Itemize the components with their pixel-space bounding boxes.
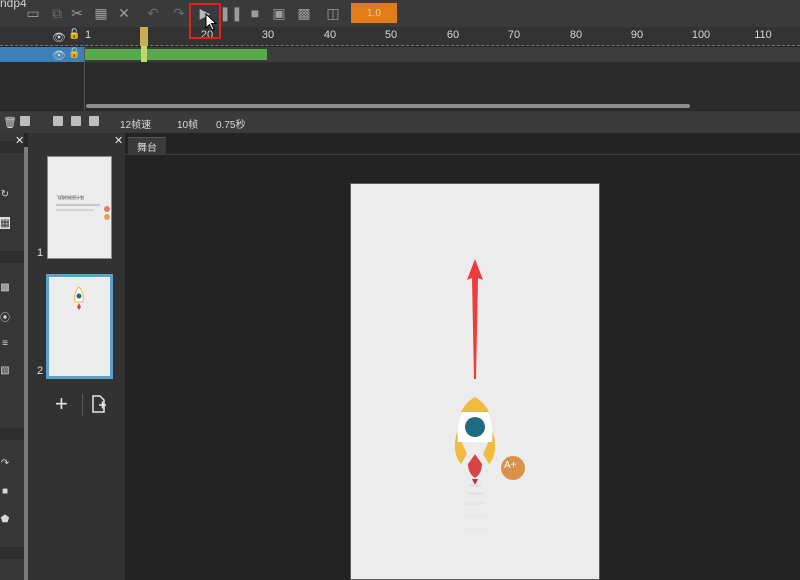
layer-lock-icon[interactable]: 🔓 (68, 48, 80, 59)
trash-icon[interactable]: 🗑 (3, 116, 17, 129)
mouse-cursor-icon (205, 13, 218, 31)
thumb-text-line (56, 204, 100, 206)
stage-artwork (454, 259, 525, 531)
ruler-label: 50 (384, 29, 398, 41)
page-number: 1 (37, 247, 44, 259)
redo-icon[interactable]: ↷ (170, 5, 188, 21)
paste-icon[interactable]: ▦ (92, 5, 110, 21)
ruler-label: 60 (446, 29, 460, 41)
ruler-label: 30 (261, 29, 275, 41)
undo-icon[interactable]: ↶ (144, 5, 162, 21)
thumb-dot (104, 206, 110, 212)
pages-close-icon[interactable]: ✕ (114, 134, 123, 147)
main-toolbar: ndp4 ▭ ⧉ ✂ ▦ ✕ ↶ ↷ ▶ ❚❚ ■ ▣ ▩ ◫ 1.0 (0, 0, 800, 27)
stop-icon[interactable]: ■ (246, 5, 264, 21)
film-icon[interactable]: ⦿ (0, 310, 10, 324)
rotate-icon[interactable]: ↻ (0, 188, 10, 200)
timeline-scrollbar[interactable] (86, 104, 690, 108)
playhead-line (141, 46, 147, 62)
ruler-label: 40 (323, 29, 337, 41)
copy-icon[interactable]: ⧉ (48, 5, 66, 21)
tool-separator (0, 547, 24, 559)
playhead-marker[interactable] (140, 27, 148, 46)
pentagon-icon[interactable]: ⬟ (0, 513, 10, 525)
ruler-label: 100 (691, 29, 711, 41)
fps-readout: 12帧速 (120, 120, 152, 131)
pause-icon[interactable]: ❚❚ (219, 5, 242, 21)
keyframe-span[interactable] (85, 49, 267, 60)
app-title: ndp4 (0, 0, 27, 10)
ruler-label: 1 (84, 29, 92, 41)
orange-action-button[interactable]: 1.0 (351, 3, 397, 23)
rocket-icon (454, 397, 496, 531)
page-thumbnail-2[interactable] (46, 274, 113, 379)
timeline-ruler[interactable]: 👁 🔓 1 10 20 30 40 50 60 70 80 90 100 110 (0, 27, 800, 46)
ruler-label: 80 (569, 29, 583, 41)
frame-insert-icon[interactable] (71, 116, 81, 126)
grid-icon[interactable]: ▩ (295, 5, 313, 21)
ruler-label: 110 (754, 29, 772, 41)
frame-count: 10帧 (177, 120, 199, 131)
ruler-label: 70 (507, 29, 521, 41)
page-thumbnail-1[interactable]: 飞翔的秘密计划 (47, 156, 112, 259)
frame-icon[interactable] (53, 116, 63, 126)
thumb-text-line (56, 209, 94, 211)
ruler-label: 90 (630, 29, 644, 41)
thumb-rocket-icon (74, 286, 84, 310)
delete-icon[interactable]: ✕ (115, 5, 133, 21)
duration-readout: 0.75秒 (216, 120, 246, 131)
layer-eye-icon[interactable]: 👁 (52, 49, 66, 62)
layer-name-cell[interactable]: 👁 🔓 (0, 47, 84, 62)
page-number: 2 (37, 365, 44, 377)
red-arrow-icon (467, 259, 483, 379)
rect-icon[interactable]: ■ (0, 485, 10, 497)
stage-tab-underline (125, 154, 800, 155)
tool-separator (0, 428, 24, 440)
tool-strip: ↻ ▦ ▩ ⦿ ≡ ▧ ↷ ■ ⬟ (0, 133, 24, 580)
timeline-statusbar: 🗑 12帧速 10帧 0.75秒 (0, 111, 800, 133)
save-icon[interactable]: ▭ (24, 5, 42, 21)
import-page-icon[interactable] (88, 394, 108, 414)
text-icon[interactable]: ≡ (0, 337, 10, 349)
timeline-divider (84, 46, 85, 110)
cut-icon[interactable]: ✂ (68, 5, 86, 21)
curve-icon[interactable]: ↷ (0, 457, 10, 469)
thumb-dot (104, 214, 110, 220)
eye-icon[interactable]: 👁 (52, 31, 66, 44)
tab-stage[interactable]: 舞台 (128, 137, 166, 154)
tools-close-icon[interactable]: ✕ (15, 134, 24, 147)
frame-remove-icon[interactable] (89, 116, 99, 126)
stage-canvas[interactable]: A+ (350, 183, 600, 580)
preview-icon[interactable]: ▣ (270, 5, 288, 21)
page-tool-icon[interactable]: ▦ (0, 217, 10, 229)
timeline-body (0, 62, 800, 110)
widget-icon[interactable]: ▧ (0, 364, 10, 376)
tool-separator (0, 251, 24, 263)
lock-icon[interactable]: 🔓 (68, 29, 80, 40)
badge-label: A+ (504, 460, 517, 471)
image-icon[interactable]: ▩ (0, 281, 10, 293)
layer-copy-icon[interactable] (20, 116, 30, 126)
thumb-title: 飞翔的秘密计划 (56, 195, 84, 200)
add-page-icon[interactable]: + (55, 393, 68, 415)
add-divider (82, 394, 83, 416)
editor-window: ndp4 ▭ ⧉ ✂ ▦ ✕ ↶ ↷ ▶ ❚❚ ■ ▣ ▩ ◫ 1.0 👁 🔓 … (0, 0, 800, 580)
publish-icon[interactable]: ◫ (324, 5, 342, 21)
